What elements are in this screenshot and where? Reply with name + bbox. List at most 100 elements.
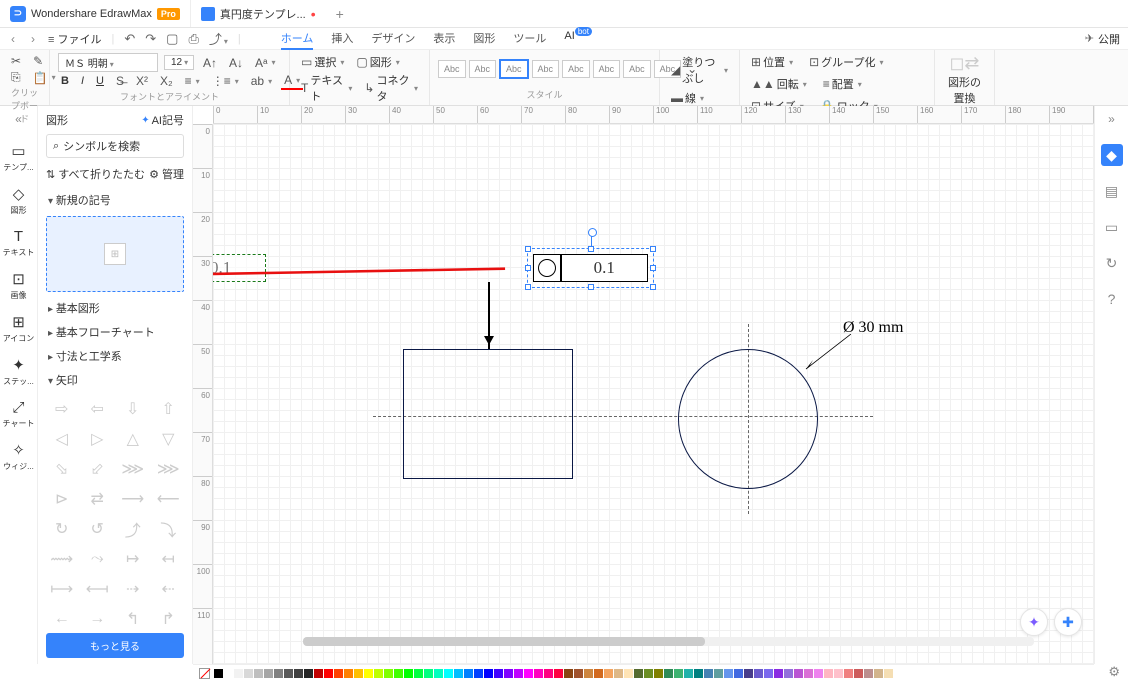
tab-design[interactable]: デザイン <box>371 28 415 50</box>
arrow-shape-item[interactable]: ⬂ <box>46 456 78 482</box>
back-button[interactable]: ‹ <box>8 32 18 46</box>
color-swatch[interactable] <box>674 669 683 678</box>
color-swatch[interactable] <box>624 669 633 678</box>
text-tool[interactable]: T テキスト <box>298 71 355 105</box>
color-swatch[interactable] <box>364 669 373 678</box>
color-swatch[interactable] <box>424 669 433 678</box>
arrow-shape-item[interactable]: ⬃ <box>82 456 114 482</box>
font-shrink-button[interactable]: A↓ <box>226 55 246 71</box>
rstrip-history[interactable]: ↻ <box>1101 252 1123 274</box>
style-preset-4[interactable]: Abc <box>532 60 560 78</box>
color-swatch[interactable] <box>564 669 573 678</box>
color-swatch[interactable] <box>264 669 273 678</box>
rotate-button[interactable]: ▲▲ 回転 <box>748 75 810 93</box>
color-swatch[interactable] <box>444 669 453 678</box>
arrow-shape-item[interactable]: ⤴ <box>117 516 149 542</box>
color-swatch[interactable] <box>504 669 513 678</box>
resize-handle-s[interactable] <box>588 284 594 290</box>
color-swatch[interactable] <box>614 669 623 678</box>
float-add-button[interactable]: ✚ <box>1054 608 1082 636</box>
print-button[interactable]: ⎙ <box>188 31 198 47</box>
arrow-shape-item[interactable]: ⇨ <box>46 396 78 422</box>
italic-button[interactable]: I <box>78 74 87 88</box>
color-swatch[interactable] <box>864 669 873 678</box>
arrow-shape-item[interactable]: ⇩ <box>117 396 149 422</box>
symbol-search-input[interactable]: ⌕ シンボルを検索 <box>46 134 184 158</box>
color-swatch[interactable] <box>834 669 843 678</box>
color-swatch[interactable] <box>604 669 613 678</box>
right-collapse-button[interactable]: » <box>1108 112 1115 126</box>
color-swatch[interactable] <box>494 669 503 678</box>
group-button[interactable]: ⊡ グループ化 <box>806 53 886 71</box>
arrow-shape-item[interactable]: △ <box>117 426 149 452</box>
lstrip-text[interactable]: Tテキスト <box>3 228 35 258</box>
connector-tool[interactable]: ↳ コネクタ <box>361 71 421 105</box>
color-swatch[interactable] <box>414 669 423 678</box>
style-preset-1[interactable]: Abc <box>438 60 466 78</box>
color-swatch[interactable] <box>294 669 303 678</box>
drawing-canvas[interactable]: Ø 30 mm 0.1 0.1 ✦ <box>213 124 1094 664</box>
rstrip-theme[interactable]: ◆ <box>1101 144 1123 166</box>
color-swatch[interactable] <box>514 669 523 678</box>
resize-handle-se[interactable] <box>650 284 656 290</box>
font-case-button[interactable]: Aᵃ <box>252 55 278 71</box>
color-swatch[interactable] <box>324 669 333 678</box>
arrow-shape-item[interactable]: ↤ <box>153 546 185 572</box>
tab-dirty-icon[interactable]: • <box>311 6 316 22</box>
fill-button[interactable]: ◢ 塗りつぶし <box>668 53 731 87</box>
color-swatch[interactable] <box>474 669 483 678</box>
color-swatch[interactable] <box>724 669 733 678</box>
arrow-shape-item[interactable]: ⋙ <box>117 456 149 482</box>
color-swatch[interactable] <box>754 669 763 678</box>
color-swatch[interactable] <box>644 669 653 678</box>
redo-button[interactable]: ↷ <box>145 31 156 47</box>
color-swatch[interactable] <box>384 669 393 678</box>
arrow-shape-item[interactable]: ↻ <box>46 516 78 542</box>
color-swatch[interactable] <box>804 669 813 678</box>
color-swatch[interactable] <box>454 669 463 678</box>
tab-shape[interactable]: 図形 <box>473 28 495 50</box>
color-swatch[interactable] <box>314 669 323 678</box>
color-swatch[interactable] <box>794 669 803 678</box>
rectangle-shape[interactable] <box>403 349 573 479</box>
new-tab-button[interactable]: + <box>326 6 354 22</box>
document-tab[interactable]: 真円度テンプレ... • <box>190 0 326 27</box>
arrow-shape-item[interactable]: ⟶ <box>117 486 149 512</box>
highlight-button[interactable]: ab <box>248 73 275 89</box>
style-preset-6[interactable]: Abc <box>593 60 621 78</box>
color-swatch[interactable] <box>634 669 643 678</box>
rstrip-page[interactable]: ▤ <box>1101 180 1123 202</box>
canvas-hscrollbar[interactable] <box>303 637 1034 646</box>
color-swatch[interactable] <box>584 669 593 678</box>
superscript-button[interactable]: X² <box>133 73 151 89</box>
collapse-all-button[interactable]: ⇅ すべて折りたたむ <box>46 166 145 182</box>
manage-button[interactable]: ⚙ 管理 <box>149 166 184 182</box>
arrow-shape-item[interactable]: ← <box>46 606 78 627</box>
arrow-shape-item[interactable]: ↺ <box>82 516 114 542</box>
color-swatch[interactable] <box>684 669 693 678</box>
arrow-shape-item[interactable]: ↦ <box>117 546 149 572</box>
color-swatch[interactable] <box>764 669 773 678</box>
color-swatch[interactable] <box>774 669 783 678</box>
color-swatch[interactable] <box>884 669 893 678</box>
line-spacing-button[interactable]: ≡ <box>182 73 203 89</box>
arrow-shape-item[interactable]: ▷ <box>82 426 114 452</box>
section-arrows[interactable]: ▾ 矢印 <box>38 368 192 392</box>
align-button[interactable]: ≡ 配置 <box>820 75 865 93</box>
arrow-shape-item[interactable]: ⇢ <box>117 576 149 602</box>
rstrip-help[interactable]: ? <box>1101 288 1123 310</box>
font-family-select[interactable]: ＭＳ 明朝 <box>58 53 158 72</box>
color-swatch[interactable] <box>464 669 473 678</box>
lstrip-image[interactable]: ⊡画像 <box>11 270 27 301</box>
arrow-shape-item[interactable]: ⋙ <box>153 456 185 482</box>
color-swatch[interactable] <box>844 669 853 678</box>
style-preset-3[interactable]: Abc <box>499 59 529 79</box>
section-basic-shapes[interactable]: ▸ 基本図形 <box>38 296 192 320</box>
export-button[interactable]: ⤴ <box>209 29 228 48</box>
lstrip-widget[interactable]: ✧ウィジ... <box>3 441 34 472</box>
tab-home[interactable]: ホーム <box>281 28 314 50</box>
arrow-shape-item[interactable]: ⇠ <box>153 576 185 602</box>
tab-view[interactable]: 表示 <box>433 28 455 50</box>
color-swatch[interactable] <box>534 669 543 678</box>
color-swatch[interactable] <box>284 669 293 678</box>
